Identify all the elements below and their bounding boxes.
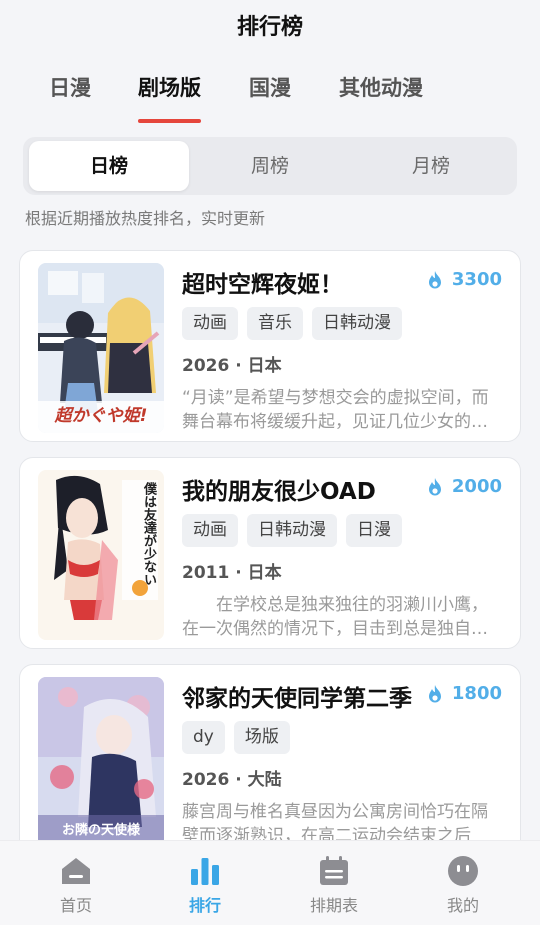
- tag[interactable]: 动画: [182, 307, 238, 340]
- home-icon: [62, 858, 90, 884]
- period-segment-control: 日榜 周榜 月榜: [23, 137, 517, 195]
- nav-home[interactable]: 首页: [31, 855, 121, 916]
- nav-ranking[interactable]: 排行: [160, 855, 250, 916]
- anime-title: 我的朋友很少OAD: [182, 479, 376, 505]
- description: 在学校总是独来独往的羽濑川小鹰，在一次偶然的情况下，目击到总是独自一人的: [182, 595, 488, 639]
- cover-logo: 超かぐや姫!: [54, 406, 148, 426]
- tag[interactable]: 动画: [182, 514, 238, 547]
- ranking-card[interactable]: お隣の天使様 邻家的天使同学第二季 1800 dy 场版 2026 · 大陆 藤…: [19, 664, 521, 856]
- tag[interactable]: 日韩动漫: [312, 307, 402, 340]
- ranking-card[interactable]: 僕は友達が少ない 我的朋友很少OAD 2000 动画 日韩动漫 日漫 2011 …: [19, 457, 521, 649]
- segment-monthly[interactable]: 月榜: [351, 141, 511, 191]
- segment-daily[interactable]: 日榜: [29, 141, 189, 191]
- tag[interactable]: 场版: [233, 721, 290, 754]
- nav-schedule-label: 排期表: [309, 896, 358, 915]
- heat-value: 2000: [451, 476, 502, 497]
- tab-theater[interactable]: 剧场版: [138, 72, 201, 102]
- cover-logo: お隣の天使様: [61, 823, 140, 838]
- nav-schedule[interactable]: 排期表: [289, 855, 379, 916]
- tab-other-anime[interactable]: 其他动漫: [339, 72, 423, 102]
- bar-chart-icon: [191, 858, 219, 885]
- page-title: 排行榜: [236, 15, 303, 40]
- heat-value: 1800: [451, 683, 502, 704]
- bottom-navigation: 首页 排行 排期表 我的: [0, 840, 540, 925]
- description: “月读”是希望与梦想交会的虚拟空间，而舞台幕布将缓缓升起，见证几位少女的故事: [182, 388, 489, 432]
- year-region: 2026 · 日本: [182, 356, 282, 376]
- ranking-subtitle: 根据近期播放热度排名，实时更新: [25, 209, 266, 228]
- heat-score: 3300: [426, 269, 502, 290]
- cover-logo: 僕は友達が少ない: [141, 482, 156, 586]
- tag[interactable]: 音乐: [247, 307, 303, 340]
- flame-icon: [428, 684, 441, 702]
- year-region: 2026 · 大陆: [182, 770, 282, 790]
- tag[interactable]: 日漫: [346, 514, 402, 547]
- cover-image: お隣の天使様: [38, 677, 164, 847]
- heat-score: 1800: [426, 683, 502, 704]
- nav-ranking-label: 排行: [188, 896, 221, 915]
- active-tab-indicator: [138, 119, 201, 123]
- heat-value: 3300: [451, 269, 502, 290]
- tab-guoman[interactable]: 国漫: [249, 72, 291, 102]
- category-tabs: 日漫 剧场版 国漫 其他动漫: [0, 64, 540, 126]
- heat-score: 2000: [426, 476, 502, 497]
- flame-icon: [428, 270, 441, 288]
- face-icon: [448, 856, 478, 886]
- calendar-icon: [320, 856, 348, 885]
- tag[interactable]: dy: [182, 721, 225, 754]
- ranking-card[interactable]: 超かぐや姫! 超时空辉夜姬！ 3300 动画 音乐 日韩动漫 2026 · 日本…: [19, 250, 521, 442]
- tab-rimam[interactable]: 日漫: [49, 72, 91, 102]
- tag-list: 动画 日韩动漫 日漫: [182, 514, 411, 547]
- segment-weekly[interactable]: 周榜: [190, 141, 350, 191]
- nav-home-label: 首页: [59, 896, 92, 915]
- nav-profile[interactable]: 我的: [418, 855, 508, 916]
- anime-title: 超时空辉夜姬！: [182, 272, 343, 298]
- anime-title: 邻家的天使同学第二季: [182, 686, 412, 712]
- tag[interactable]: 日韩动漫: [247, 514, 337, 547]
- cover-image: 超かぐや姫!: [38, 263, 164, 433]
- flame-icon: [428, 477, 441, 495]
- nav-profile-label: 我的: [446, 896, 479, 915]
- year-region: 2011 · 日本: [182, 563, 282, 583]
- cover-image: 僕は友達が少ない: [38, 470, 164, 640]
- tag-list: dy 场版: [182, 721, 299, 754]
- tag-list: 动画 音乐 日韩动漫: [182, 307, 411, 340]
